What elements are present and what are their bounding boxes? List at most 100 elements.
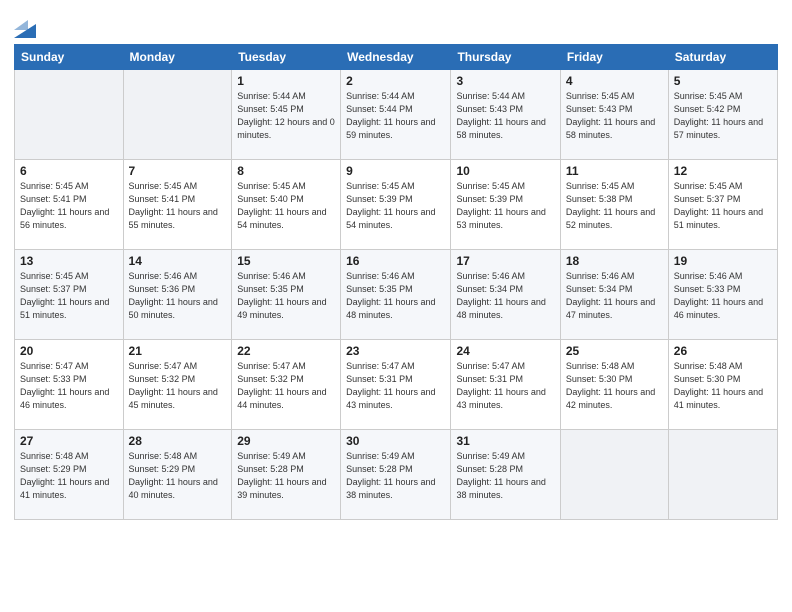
day-info: Sunrise: 5:46 AM Sunset: 5:36 PM Dayligh… [129,270,227,322]
day-info: Sunrise: 5:49 AM Sunset: 5:28 PM Dayligh… [456,450,554,502]
day-number: 4 [566,74,663,88]
calendar-cell: 22 Sunrise: 5:47 AM Sunset: 5:32 PM Dayli… [232,340,341,430]
day-info: Sunrise: 5:45 AM Sunset: 5:43 PM Dayligh… [566,90,663,142]
calendar-cell: 12Sunrise: 5:45 AM Sunset: 5:37 PM Dayli… [668,160,777,250]
day-number: 21 [129,344,227,358]
day-number: 12 [674,164,772,178]
calendar-cell: 8 Sunrise: 5:45 AM Sunset: 5:40 PM Daylig… [232,160,341,250]
day-info: Sunrise: 5:44 AM Sunset: 5:43 PM Dayligh… [456,90,554,142]
day-number: 8 [237,164,335,178]
calendar-cell: 9 Sunrise: 5:45 AM Sunset: 5:39 PM Daylig… [341,160,451,250]
day-number: 28 [129,434,227,448]
calendar-week-3: 13 Sunrise: 5:45 AM Sunset: 5:37 PM Dayli… [15,250,778,340]
calendar-header-monday: Monday [123,45,232,70]
day-number: 22 [237,344,335,358]
day-number: 16 [346,254,445,268]
day-number: 30 [346,434,445,448]
calendar-cell: 3 Sunrise: 5:44 AM Sunset: 5:43 PM Daylig… [451,70,560,160]
calendar-cell: 7 Sunrise: 5:45 AM Sunset: 5:41 PM Daylig… [123,160,232,250]
day-number: 10 [456,164,554,178]
calendar-cell: 29 Sunrise: 5:49 AM Sunset: 5:28 PM Dayli… [232,430,341,520]
calendar-cell [560,430,668,520]
calendar-cell: 21 Sunrise: 5:47 AM Sunset: 5:32 PM Dayli… [123,340,232,430]
calendar-cell: 19 Sunrise: 5:46 AM Sunset: 5:33 PM Dayli… [668,250,777,340]
day-info: Sunrise: 5:46 AM Sunset: 5:34 PM Dayligh… [566,270,663,322]
day-info: Sunrise: 5:47 AM Sunset: 5:32 PM Dayligh… [237,360,335,412]
day-number: 18 [566,254,663,268]
calendar-cell: 31 Sunrise: 5:49 AM Sunset: 5:28 PM Dayli… [451,430,560,520]
calendar-cell: 10 Sunrise: 5:45 AM Sunset: 5:39 PM Dayli… [451,160,560,250]
day-info: Sunrise: 5:45 AM Sunset: 5:40 PM Dayligh… [237,180,335,232]
day-info: Sunrise: 5:44 AM Sunset: 5:45 PM Dayligh… [237,90,335,142]
day-number: 2 [346,74,445,88]
day-info: Sunrise: 5:45 AM Sunset: 5:39 PM Dayligh… [346,180,445,232]
calendar-cell: 15Sunrise: 5:46 AM Sunset: 5:35 PM Dayli… [232,250,341,340]
day-info: Sunrise: 5:44 AM Sunset: 5:44 PM Dayligh… [346,90,445,142]
day-number: 27 [20,434,118,448]
day-number: 26 [674,344,772,358]
day-number: 5 [674,74,772,88]
calendar-header-tuesday: Tuesday [232,45,341,70]
calendar-cell: 18 Sunrise: 5:46 AM Sunset: 5:34 PM Dayli… [560,250,668,340]
calendar-cell: 28 Sunrise: 5:48 AM Sunset: 5:29 PM Dayli… [123,430,232,520]
day-info: Sunrise: 5:47 AM Sunset: 5:31 PM Dayligh… [346,360,445,412]
calendar-cell: 26 Sunrise: 5:48 AM Sunset: 5:30 PM Dayli… [668,340,777,430]
calendar-week-1: 1 Sunrise: 5:44 AM Sunset: 5:45 PM Daylig… [15,70,778,160]
day-info: Sunrise: 5:45 AM Sunset: 5:39 PM Dayligh… [456,180,554,232]
calendar-cell [668,430,777,520]
calendar-header-saturday: Saturday [668,45,777,70]
header [14,10,778,38]
calendar-cell: 24 Sunrise: 5:47 AM Sunset: 5:31 PM Dayli… [451,340,560,430]
calendar-cell: 25 Sunrise: 5:48 AM Sunset: 5:30 PM Dayli… [560,340,668,430]
day-info: Sunrise: 5:48 AM Sunset: 5:30 PM Dayligh… [566,360,663,412]
day-info: Sunrise: 5:45 AM Sunset: 5:37 PM Dayligh… [20,270,118,322]
day-number: 31 [456,434,554,448]
calendar-cell: 1 Sunrise: 5:44 AM Sunset: 5:45 PM Daylig… [232,70,341,160]
calendar-cell: 11Sunrise: 5:45 AM Sunset: 5:38 PM Dayli… [560,160,668,250]
calendar-header-sunday: Sunday [15,45,124,70]
calendar: SundayMondayTuesdayWednesdayThursdayFrid… [14,44,778,520]
day-info: Sunrise: 5:47 AM Sunset: 5:33 PM Dayligh… [20,360,118,412]
day-number: 17 [456,254,554,268]
calendar-week-4: 20 Sunrise: 5:47 AM Sunset: 5:33 PM Dayli… [15,340,778,430]
day-number: 14 [129,254,227,268]
day-number: 29 [237,434,335,448]
day-number: 25 [566,344,663,358]
day-info: Sunrise: 5:47 AM Sunset: 5:31 PM Dayligh… [456,360,554,412]
day-number: 9 [346,164,445,178]
day-info: Sunrise: 5:48 AM Sunset: 5:30 PM Dayligh… [674,360,772,412]
day-number: 11 [566,164,663,178]
day-info: Sunrise: 5:49 AM Sunset: 5:28 PM Dayligh… [346,450,445,502]
day-number: 1 [237,74,335,88]
day-number: 19 [674,254,772,268]
day-info: Sunrise: 5:49 AM Sunset: 5:28 PM Dayligh… [237,450,335,502]
calendar-cell: 5 Sunrise: 5:45 AM Sunset: 5:42 PM Daylig… [668,70,777,160]
calendar-header-row: SundayMondayTuesdayWednesdayThursdayFrid… [15,45,778,70]
day-info: Sunrise: 5:46 AM Sunset: 5:33 PM Dayligh… [674,270,772,322]
calendar-cell: 20 Sunrise: 5:47 AM Sunset: 5:33 PM Dayli… [15,340,124,430]
calendar-header-wednesday: Wednesday [341,45,451,70]
calendar-header-friday: Friday [560,45,668,70]
calendar-cell: 16Sunrise: 5:46 AM Sunset: 5:35 PM Dayli… [341,250,451,340]
day-number: 24 [456,344,554,358]
day-info: Sunrise: 5:47 AM Sunset: 5:32 PM Dayligh… [129,360,227,412]
day-number: 23 [346,344,445,358]
day-number: 13 [20,254,118,268]
calendar-cell: 13 Sunrise: 5:45 AM Sunset: 5:37 PM Dayli… [15,250,124,340]
day-info: Sunrise: 5:45 AM Sunset: 5:41 PM Dayligh… [20,180,118,232]
calendar-header-thursday: Thursday [451,45,560,70]
day-number: 3 [456,74,554,88]
day-info: Sunrise: 5:45 AM Sunset: 5:41 PM Dayligh… [129,180,227,232]
calendar-cell: 6 Sunrise: 5:45 AM Sunset: 5:41 PM Daylig… [15,160,124,250]
calendar-cell: 17Sunrise: 5:46 AM Sunset: 5:34 PM Dayli… [451,250,560,340]
day-info: Sunrise: 5:45 AM Sunset: 5:42 PM Dayligh… [674,90,772,142]
calendar-week-2: 6 Sunrise: 5:45 AM Sunset: 5:41 PM Daylig… [15,160,778,250]
page: SundayMondayTuesdayWednesdayThursdayFrid… [0,0,792,612]
logo-icon [14,10,36,38]
day-info: Sunrise: 5:48 AM Sunset: 5:29 PM Dayligh… [129,450,227,502]
logo [14,10,39,38]
day-number: 7 [129,164,227,178]
day-info: Sunrise: 5:46 AM Sunset: 5:35 PM Dayligh… [237,270,335,322]
day-number: 20 [20,344,118,358]
day-number: 6 [20,164,118,178]
